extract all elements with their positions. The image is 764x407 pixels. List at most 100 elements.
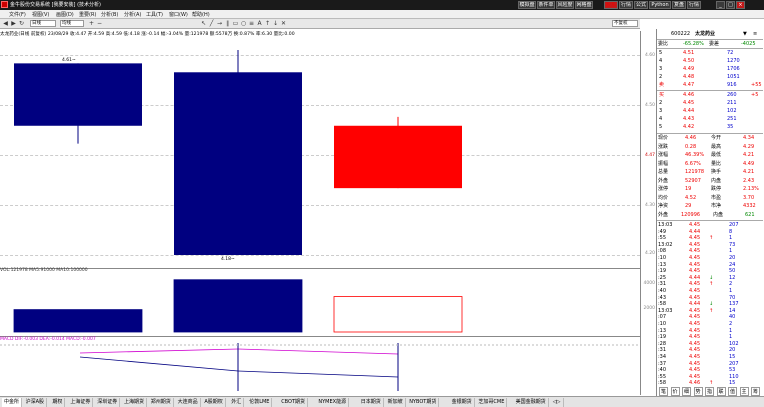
text-tool-icon[interactable]: A — [256, 20, 263, 27]
market-tab[interactable]: ◁▷ — [551, 398, 564, 407]
fib-tool-icon[interactable]: ≡ — [248, 20, 255, 27]
menu-view[interactable]: 视图(V) — [32, 11, 49, 18]
cell: 4.45 — [683, 100, 695, 106]
rect-tool-icon[interactable]: ▭ — [232, 20, 239, 27]
inner-value: 621 — [745, 212, 755, 218]
title-button-9[interactable]: 行情 — [687, 1, 701, 9]
title-button-active[interactable]: 股东 — [604, 1, 618, 9]
market-tab[interactable]: 美国金融期货 — [514, 398, 549, 407]
market-tab[interactable]: 日本期货 — [359, 398, 384, 407]
market-tab[interactable]: 外汇 — [229, 398, 245, 407]
market-tab[interactable]: A股期权 — [202, 398, 226, 407]
market-tab[interactable]: 伦敦LME — [247, 398, 273, 407]
panel-tab[interactable]: 笔 — [659, 387, 669, 396]
menu-file[interactable]: 文件(F) — [9, 11, 26, 18]
market-tab[interactable]: 上海证券 — [68, 398, 94, 407]
market-tab[interactable]: 大连商品 — [176, 398, 201, 407]
candle-chart[interactable]: 4.61~ 4.18~ — [0, 40, 640, 268]
candle-svg — [14, 50, 462, 255]
volume-chart[interactable] — [0, 276, 640, 336]
cell: 4.50 — [683, 58, 695, 64]
axis-label: 4.60 — [644, 53, 655, 58]
menu-draw[interactable]: 画图(D) — [56, 11, 74, 18]
menu-analysis-a[interactable]: 分析(A) — [124, 11, 141, 18]
title-button-5[interactable]: 行情 — [619, 1, 633, 9]
cell: 卖 — [659, 82, 665, 88]
menu-important[interactable]: 重要(R) — [79, 11, 96, 18]
arrow-up-tool-icon[interactable]: ↑ — [264, 20, 271, 27]
menu-tools[interactable]: 工具(T) — [146, 11, 163, 18]
market-tab[interactable]: 上海期货 — [122, 398, 148, 407]
title-button-8[interactable]: 复盘 — [672, 1, 686, 9]
title-button-3[interactable]: 网格盘 — [575, 1, 593, 9]
cursor-icon[interactable]: ↖ — [200, 20, 207, 27]
market-tab[interactable]: 金银期货 — [450, 398, 475, 407]
cell: 102 — [727, 108, 737, 114]
maximize-icon[interactable]: □ — [726, 1, 735, 9]
panel-tab[interactable]: 值 — [728, 387, 738, 396]
market-tab[interactable]: CBOT期货 — [279, 398, 309, 407]
market-tab[interactable]: 深圳证券 — [95, 398, 121, 407]
panel-tab[interactable]: 势 — [693, 387, 703, 396]
cell: 52907 — [685, 177, 701, 184]
market-tab[interactable]: 沪深A股 — [24, 398, 48, 407]
cell: 121978 — [685, 169, 705, 175]
title-button-0[interactable]: 模拟盘 — [518, 1, 536, 9]
market-tab[interactable]: 芝加哥CME — [476, 398, 508, 407]
arrow-down-tool-icon[interactable]: ↓ — [272, 20, 279, 27]
delete-tool-icon[interactable]: ✕ — [280, 20, 287, 27]
stat-row: 涨停 19 跌停 2.13% — [657, 186, 763, 193]
menu-analysis-b[interactable]: 分析(B) — [101, 11, 118, 18]
toolbar: ◀ ▶ ↻ 日线 均线 + − ↖ ╱ → ∥ ▭ ○ ≡ A ↑ ↓ ✕ 不复… — [0, 19, 640, 29]
zoom-out-icon[interactable]: − — [96, 20, 103, 27]
cell: 29 — [685, 203, 692, 209]
refresh-icon[interactable]: ↻ — [18, 20, 25, 27]
indicator-chart[interactable] — [0, 343, 640, 395]
cell: 1051 — [727, 74, 740, 80]
ray-tool-icon[interactable]: → — [216, 20, 223, 27]
adjust-select[interactable]: 不复权 — [612, 20, 638, 27]
panel-tab[interactable]: 联 — [716, 387, 726, 396]
panel-tab[interactable]: 主 — [739, 387, 749, 396]
market-tab[interactable]: 郑州期货 — [149, 398, 174, 407]
panel-tab[interactable]: 筹 — [751, 387, 761, 396]
market-tab[interactable]: NYMEX能源 — [316, 398, 350, 407]
cell: 2.43 — [743, 177, 755, 184]
title-button-6[interactable]: 公式 — [634, 1, 648, 9]
cell: 跌停 — [711, 186, 722, 192]
market-tab[interactable]: 中金所 — [2, 398, 23, 407]
title-button-1[interactable]: 条件单 — [537, 1, 555, 9]
menu-window[interactable]: 窗口(W) — [169, 11, 188, 18]
minimize-icon[interactable]: _ — [716, 1, 725, 9]
market-tab[interactable]: 新加坡 — [386, 398, 406, 407]
panel-tab[interactable]: 细 — [682, 387, 692, 396]
pin-icon[interactable]: ▼ — [743, 31, 747, 38]
forward-icon[interactable]: ▶ — [10, 20, 17, 27]
period-select[interactable]: 日线 — [30, 20, 56, 27]
circle-tool-icon[interactable]: ○ — [240, 20, 247, 27]
menu-help[interactable]: 帮助(H) — [192, 11, 210, 18]
axis-label: 4.20 — [644, 251, 655, 256]
market-tab[interactable]: NYBOT期货 — [407, 398, 440, 407]
title-button-2[interactable]: 风险度 — [556, 1, 574, 9]
zoom-in-icon[interactable]: + — [88, 20, 95, 27]
title-button-7[interactable]: Python — [649, 1, 671, 9]
line-tool-icon[interactable]: ╱ — [208, 20, 215, 27]
dea-line — [79, 356, 239, 372]
stat-row: 外盘 52907 内盘 2.43 — [657, 178, 763, 185]
cell: +55 — [751, 82, 762, 88]
axis-label: 4.30 — [644, 203, 655, 208]
close-icon[interactable]: × — [736, 1, 745, 9]
panel-tab[interactable]: 指 — [705, 387, 715, 396]
indicator-select[interactable]: 均线 — [60, 20, 84, 27]
back-icon[interactable]: ◀ — [2, 20, 9, 27]
market-tab[interactable]: 期权 — [50, 398, 66, 407]
menu-icon[interactable]: ≡ — [753, 31, 757, 38]
cell: 买 — [659, 92, 665, 98]
axis-label: 2000 — [643, 306, 655, 311]
stat-row: 涨跌 0.28 最高 4.29 — [657, 144, 763, 151]
volume-bar — [333, 296, 463, 333]
cell: 251 — [727, 116, 737, 122]
panel-tab[interactable]: 价 — [670, 387, 680, 396]
channel-tool-icon[interactable]: ∥ — [224, 20, 231, 27]
